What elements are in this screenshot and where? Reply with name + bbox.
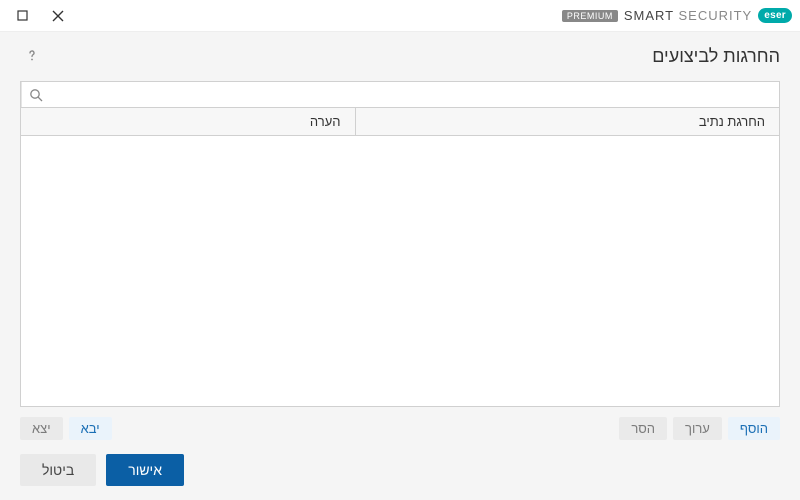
edit-button[interactable]: ערוך: [673, 417, 722, 440]
table-header: החרגת נתיב הערה: [21, 108, 779, 136]
table-body: [21, 136, 779, 406]
export-button[interactable]: יצא: [20, 417, 63, 440]
brand-badge: eser: [758, 8, 792, 23]
close-button[interactable]: [44, 2, 72, 30]
search-icon-box: [21, 82, 49, 107]
import-button[interactable]: יבא: [69, 417, 112, 440]
add-button[interactable]: הוסף: [728, 417, 780, 440]
help-icon: [24, 47, 40, 63]
search-icon: [29, 88, 43, 102]
window-controls: [8, 2, 72, 30]
page-title: החרגות לביצועים: [652, 46, 780, 67]
brand-premium-badge: PREMIUM: [562, 10, 618, 22]
maximize-icon: [17, 10, 28, 21]
brand-name-light: SECURITY: [678, 8, 752, 23]
close-icon: [52, 10, 64, 22]
delete-button[interactable]: הסר: [619, 417, 667, 440]
titlebar: eser SMART SECURITY PREMIUM: [0, 0, 800, 32]
brand: eser SMART SECURITY PREMIUM: [562, 8, 792, 23]
content: החרגות לביצועים החרגת נתיב הערה הוסף: [0, 32, 800, 440]
column-header-path[interactable]: החרגת נתיב: [355, 108, 779, 135]
ok-button[interactable]: אישור: [106, 454, 184, 486]
brand-text: SMART SECURITY: [624, 8, 752, 23]
footer: אישור ביטול: [0, 440, 800, 500]
table-toolbar: הוסף ערוך הסר יבא יצא: [20, 407, 780, 440]
toolbar-group-left: יבא יצא: [20, 417, 112, 440]
maximize-button[interactable]: [8, 2, 36, 30]
brand-name-strong: SMART: [624, 8, 674, 23]
heading-row: החרגות לביצועים: [20, 46, 780, 67]
column-header-comment[interactable]: הערה: [21, 108, 355, 135]
help-button[interactable]: [20, 47, 40, 67]
search-input[interactable]: [49, 82, 779, 107]
cancel-button[interactable]: ביטול: [20, 454, 96, 486]
toolbar-group-right: הוסף ערוך הסר: [619, 417, 780, 440]
exclusions-table: החרגת נתיב הערה: [20, 107, 780, 407]
search-row: [20, 81, 780, 107]
